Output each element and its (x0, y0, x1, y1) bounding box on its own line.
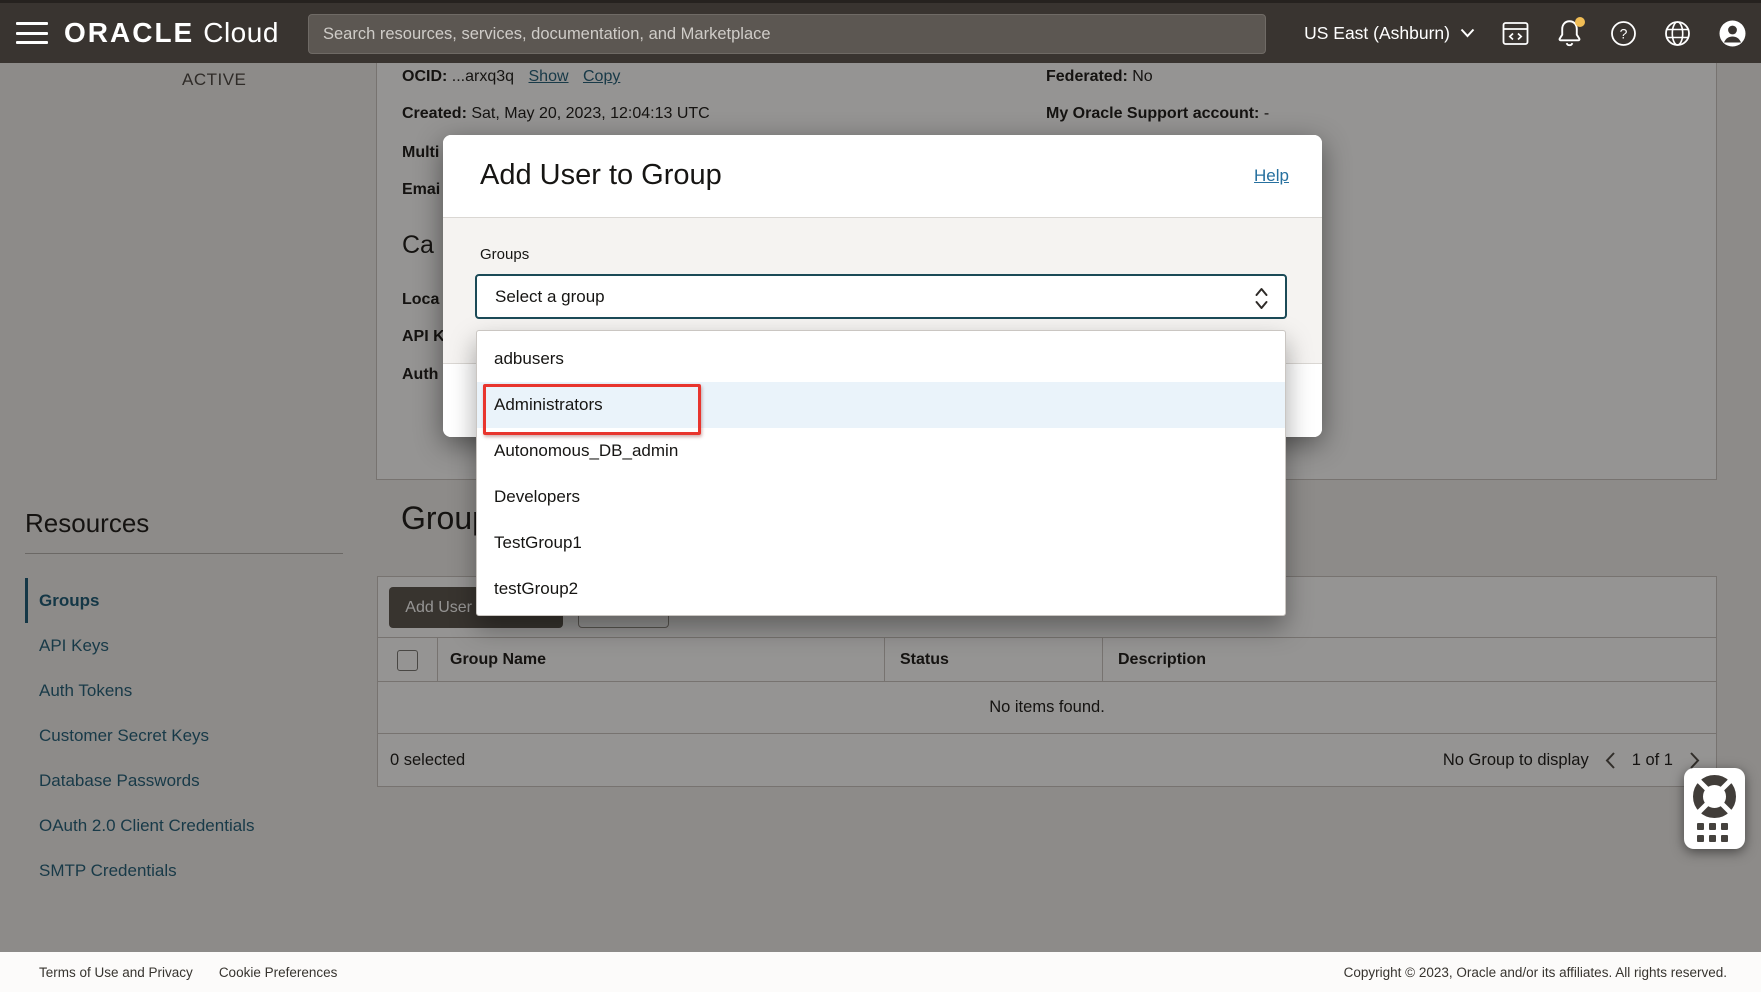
dropdown-option-adbusers[interactable]: adbusers (477, 336, 1285, 382)
chevron-down-icon (1460, 28, 1475, 38)
app-grid-icon (1697, 823, 1728, 842)
user-avatar-icon[interactable] (1718, 19, 1747, 48)
group-select-value: Select a group (495, 287, 605, 307)
life-ring-icon (1692, 774, 1737, 824)
region-label: US East (Ashburn) (1304, 23, 1450, 44)
footer-links: Terms of Use and Privacy Cookie Preferen… (39, 952, 337, 992)
group-dropdown-list: adbusers Administrators Autonomous_DB_ad… (476, 330, 1286, 616)
dropdown-option-administrators[interactable]: Administrators (477, 382, 1285, 428)
top-navigation-bar: ORACLE Cloud US East (Ashburn) ? (0, 0, 1761, 63)
copyright-text: Copyright © 2023, Oracle and/or its affi… (1344, 952, 1727, 992)
language-globe-icon[interactable] (1664, 20, 1691, 47)
dropdown-option-testgroup2[interactable]: testGroup2 (477, 566, 1285, 612)
topbar-right-cluster: US East (Ashburn) ? (1304, 3, 1747, 63)
svg-text:?: ? (1620, 25, 1628, 41)
dropdown-option-developers[interactable]: Developers (477, 474, 1285, 520)
search-input[interactable] (308, 14, 1266, 54)
group-select[interactable]: Select a group (475, 274, 1287, 319)
terms-link[interactable]: Terms of Use and Privacy (39, 965, 193, 980)
dropdown-option-testgroup1[interactable]: TestGroup1 (477, 520, 1285, 566)
page-footer: Terms of Use and Privacy Cookie Preferen… (0, 952, 1761, 992)
region-selector[interactable]: US East (Ashburn) (1304, 23, 1475, 44)
modal-title: Add User to Group (480, 159, 722, 192)
help-launcher-widget[interactable] (1684, 768, 1745, 849)
cookie-preferences-link[interactable]: Cookie Preferences (219, 965, 338, 980)
logo-oracle-text: ORACLE (64, 17, 194, 49)
help-icon[interactable]: ? (1610, 20, 1637, 47)
notification-badge (1575, 17, 1585, 27)
modal-header: Add User to Group Help (443, 135, 1322, 218)
menu-icon[interactable] (16, 22, 48, 44)
dropdown-option-autonomous-db-admin[interactable]: Autonomous_DB_admin (477, 428, 1285, 474)
cloud-shell-icon[interactable] (1502, 20, 1529, 47)
oracle-cloud-console: ACTIVE OCID: ...arxq3q Show Copy Federat… (0, 0, 1761, 992)
help-link[interactable]: Help (1254, 166, 1289, 186)
notifications-bell-icon[interactable] (1556, 19, 1583, 47)
select-spinner-icon (1254, 286, 1269, 316)
oracle-cloud-logo[interactable]: ORACLE Cloud (64, 3, 279, 63)
logo-cloud-text: Cloud (203, 17, 279, 49)
groups-field-label: Groups (480, 246, 529, 263)
